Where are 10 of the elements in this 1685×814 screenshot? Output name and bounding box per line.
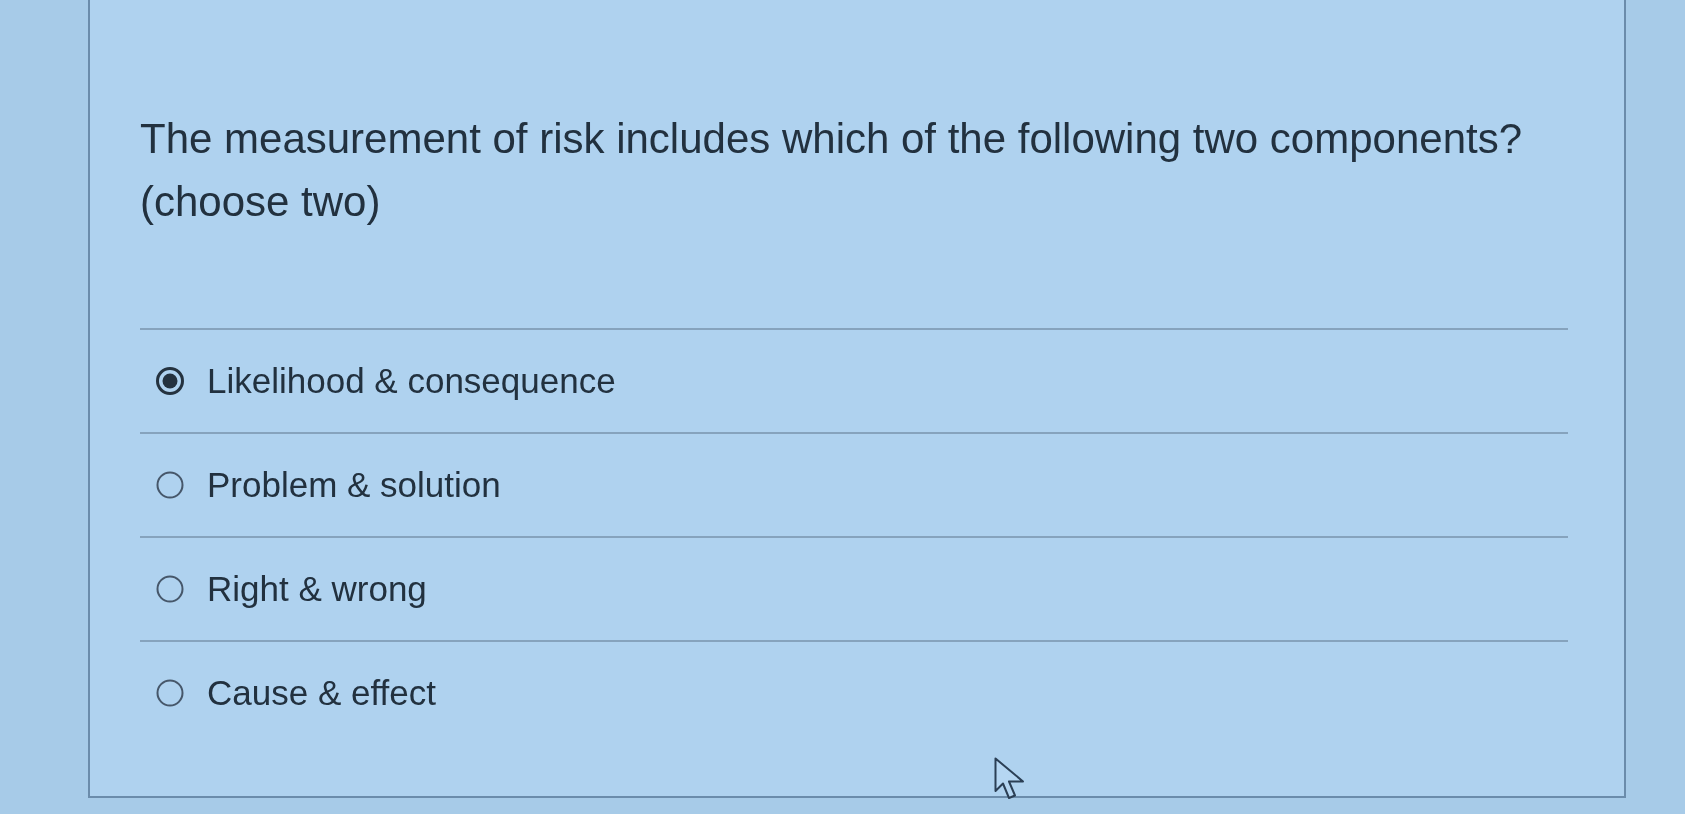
- question-text: The measurement of risk includes which of the following two components?: [140, 114, 1524, 164]
- radio-button[interactable]: [156, 367, 184, 395]
- option-label: Likelihood & consequence: [207, 360, 616, 402]
- question-note: (choose two): [140, 177, 381, 227]
- radio-button[interactable]: [156, 471, 184, 499]
- radio-button[interactable]: [156, 575, 184, 603]
- option-label: Cause & effect: [207, 672, 436, 714]
- radio-button[interactable]: [156, 679, 184, 707]
- option-label: Right & wrong: [207, 568, 427, 610]
- option-label: Problem & solution: [207, 464, 501, 506]
